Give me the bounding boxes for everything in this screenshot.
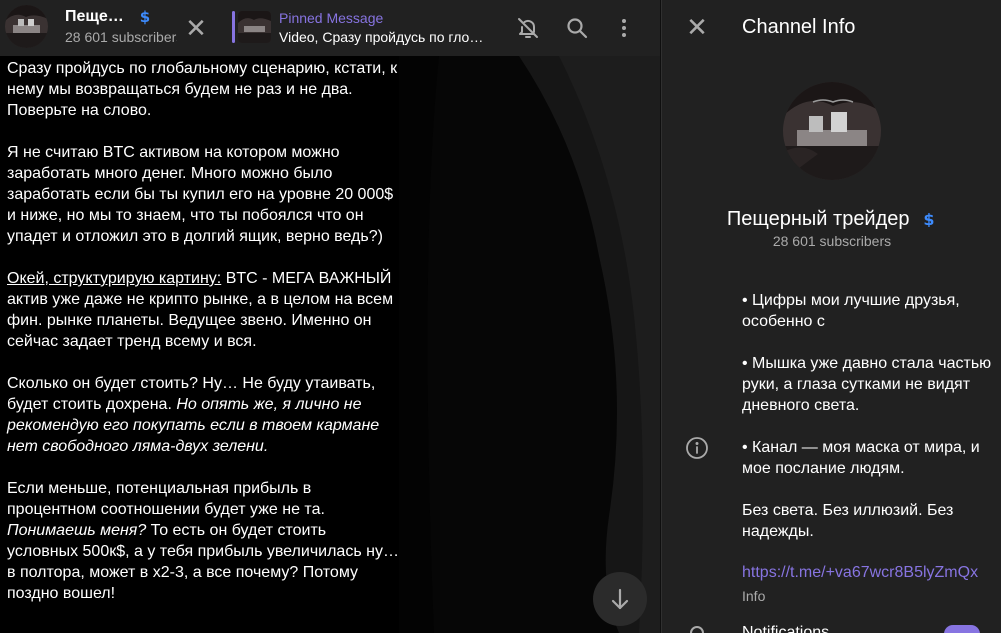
search-icon[interactable] [565,16,589,40]
message-italic: Понимаешь меня? [7,522,147,539]
message-paragraph: Если меньше, потенциальная прибыль в про… [7,478,399,604]
invite-link-label: Info [742,588,766,604]
description-line: Без света. Без иллюзий. Без надежды. [742,502,954,540]
description-line: • Мышка уже давно стала частью руки, а г… [742,355,992,414]
message-paragraph: Сразу пройдусь по глобальному сценарию, … [7,60,398,119]
bell-icon [690,626,704,633]
channel-info-panel: ✕ Channel Info Пещерный трейдер $ 28 601… [661,0,1001,633]
notifications-label: Notifications [742,624,830,633]
message-text: Сразу пройдусь по глобальному сценарию, … [7,58,399,625]
notifications-toggle[interactable] [944,625,980,633]
chat-body: Сразу пройдусь по глобальному сценарию, … [0,56,660,633]
info-channel-name: Пещерный трейдер $ [662,208,1001,231]
close-icon[interactable]: ✕ [183,15,209,41]
close-icon[interactable]: ✕ [684,14,710,40]
message-paragraph: Я не считаю BTC активом на котором можно… [7,144,394,245]
description-line: • Канал — моя маска от мира, и мое посла… [742,439,980,477]
info-subscribers: 28 601 subscribers [772,233,892,249]
info-title: Channel Info [742,16,856,38]
pinned-thumbnail[interactable] [238,11,271,43]
info-icon [686,437,708,459]
message-paragraph: Окей, структурирую картину: BTC - МЕГА В… [7,268,399,352]
pinned-text[interactable]: Video, Сразу пройдусь по глобальному сце… [279,29,484,45]
verified-icon: $ [140,9,150,25]
mute-bell-icon[interactable] [516,16,540,40]
channel-title[interactable]: Пещерный трейдер [65,8,131,26]
svg-text:$: $ [924,211,935,227]
verified-icon: $ [924,211,935,227]
scroll-down-button[interactable] [593,572,647,626]
channel-avatar-large[interactable] [783,82,881,180]
message-span: Если меньше, потенциальная прибыль в про… [7,480,325,518]
info-channel-name-text: Пещерный трейдер [726,208,910,230]
chat-panel: Пещерный трейдер $ 28 601 subscribers ✕ … [0,0,660,633]
chat-header[interactable]: Пещерный трейдер $ 28 601 subscribers ✕ … [0,0,660,56]
message-paragraph: Сколько он будет стоить? Ну… Не буду ута… [7,373,399,457]
pinned-indicator [232,11,235,43]
message-underline: Окей, структурирую картину: [7,270,222,287]
channel-avatar[interactable] [5,5,48,48]
invite-link[interactable]: https://t.me/+va67wcr8B5lyZmQx [742,564,992,582]
more-vertical-icon[interactable] [612,16,636,40]
pinned-label[interactable]: Pinned Message [279,10,383,26]
message-media[interactable] [399,56,660,633]
svg-text:$: $ [140,9,150,25]
description-line: • Цифры мои лучшие друзья, особенно с [742,292,960,330]
arrow-down-icon [611,588,629,610]
channel-description: • Цифры мои лучшие друзья, особенно с • … [742,290,992,563]
channel-subscribers: 28 601 subscribers [65,29,177,45]
